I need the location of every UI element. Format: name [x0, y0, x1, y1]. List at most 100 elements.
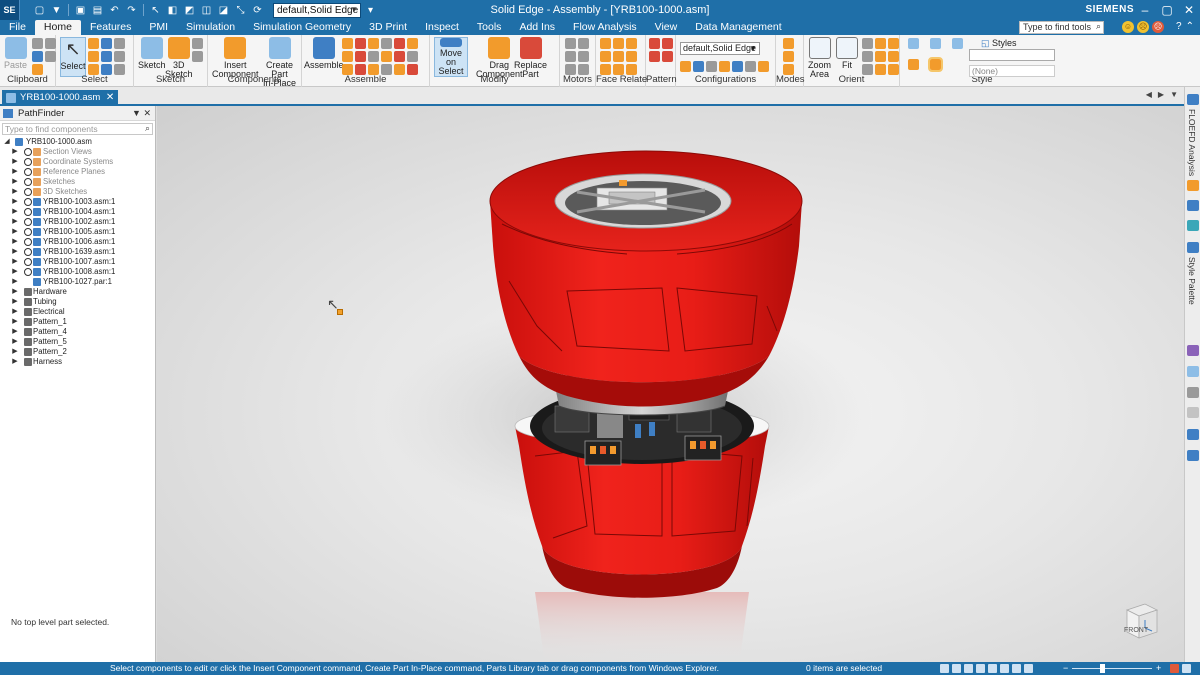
view-top-icon[interactable]: ◪ [216, 3, 231, 17]
coplanar-icon[interactable] [600, 38, 611, 49]
cut-icon[interactable] [32, 38, 43, 49]
view-iso-icon[interactable]: ◩ [182, 3, 197, 17]
expand-right-icon[interactable]: ▶ [11, 287, 19, 297]
view-shaded-icon[interactable]: ◧ [165, 3, 180, 17]
graphics-viewport[interactable]: ↖ FRONT [157, 106, 1184, 662]
style-palette-tab[interactable]: Style Palette [1187, 257, 1197, 305]
zoom-slider-thumb[interactable] [1100, 664, 1105, 673]
tree-item[interactable]: ▶ Coordinate Systems [0, 157, 156, 167]
view-cube[interactable] [1119, 600, 1159, 644]
sketch-view-icon[interactable] [1000, 664, 1009, 673]
expand-right-icon[interactable]: ▶ [11, 167, 19, 177]
tab-pmi[interactable]: PMI [140, 20, 177, 35]
tree-item[interactable]: ▶ Sketches [0, 177, 156, 187]
gear-icon[interactable] [381, 51, 392, 62]
rotate-icon[interactable]: ⟳ [250, 3, 265, 17]
library-icon[interactable] [1187, 180, 1199, 191]
tree-group[interactable]: ▶ Harness [0, 357, 156, 367]
sensors-icon[interactable] [1187, 220, 1199, 231]
previous-display-icon[interactable] [758, 61, 769, 72]
expand-right-icon[interactable]: ▶ [11, 347, 19, 357]
visibility-eye-icon[interactable] [24, 248, 32, 256]
visibility-eye-icon[interactable] [24, 188, 32, 196]
sketch-option-icon[interactable] [192, 38, 203, 49]
expand-right-icon[interactable]: ▶ [11, 207, 19, 217]
cam-icon[interactable] [355, 51, 366, 62]
sketch-view-icon[interactable] [875, 51, 886, 62]
tab-add-ins[interactable]: Add Ins [510, 20, 564, 35]
frown-feedback-icon[interactable]: ☹ [1152, 21, 1164, 33]
move-on-select-button[interactable]: Move on Select [434, 37, 468, 77]
assemble-button[interactable]: Assemble [304, 37, 344, 70]
open-file-icon[interactable]: ▼ [49, 3, 64, 17]
visibility-eye-icon[interactable] [24, 258, 32, 266]
parallel-icon[interactable] [368, 51, 379, 62]
shaded-icon[interactable] [908, 38, 919, 49]
select-edge-icon[interactable] [101, 51, 112, 62]
link-icon[interactable] [1187, 407, 1199, 418]
tab-3d-print[interactable]: 3D Print [360, 20, 416, 35]
rigid-set-icon[interactable] [407, 51, 418, 62]
tab-home[interactable]: Home [34, 20, 81, 35]
mode-simplify-icon[interactable] [783, 51, 794, 62]
expand-right-icon[interactable]: ▶ [11, 147, 19, 157]
zoom-slider[interactable] [1072, 668, 1152, 669]
tab-data-management[interactable]: Data Management [686, 20, 790, 35]
select-button[interactable]: ↖ Select [60, 37, 86, 77]
find-tools-input[interactable]: Type to find tools ⌕ [1019, 21, 1104, 34]
pin-icon[interactable]: ▼ ✕ [132, 106, 151, 121]
measure-icon[interactable]: ⤡ [233, 3, 248, 17]
face-tangent-icon[interactable] [626, 51, 637, 62]
expand-right-icon[interactable]: ▶ [11, 197, 19, 207]
chevron-left-icon[interactable]: ◀ [1146, 90, 1152, 99]
tree-group[interactable]: ▶ Hardware [0, 287, 156, 297]
pattern-icon[interactable] [649, 38, 660, 49]
angle-icon[interactable] [407, 38, 418, 49]
show-all-icon[interactable] [719, 61, 730, 72]
path-icon[interactable] [394, 51, 405, 62]
zoom-area-button[interactable]: Zoom Area [808, 37, 831, 79]
pan-icon[interactable] [862, 51, 873, 62]
expand-right-icon[interactable]: ▶ [11, 267, 19, 277]
component-search-input[interactable]: Type to find components ⌕ [2, 123, 153, 135]
simulate-motor-icon[interactable] [565, 51, 576, 62]
visibility-eye-icon[interactable] [24, 158, 32, 166]
tab-list-icon[interactable]: ▼ [1170, 90, 1178, 99]
customize-qat-icon[interactable]: ▾ [363, 3, 378, 17]
help-panel-icon[interactable] [1187, 429, 1199, 440]
mirror-icon[interactable] [662, 38, 673, 49]
expand-down-icon[interactable]: ◢ [3, 137, 11, 147]
tab-simulation[interactable]: Simulation [177, 20, 244, 35]
tree-item[interactable]: ▶ YRB100-1006.asm:1 [0, 237, 156, 247]
display-settings-icon[interactable] [1187, 366, 1199, 377]
select-assembly-icon[interactable] [101, 38, 112, 49]
styles-none-field[interactable]: (None) [969, 65, 1055, 77]
layers-icon[interactable] [1187, 200, 1199, 211]
duplicate-icon[interactable] [649, 51, 660, 62]
visibility-eye-icon[interactable] [24, 168, 32, 176]
zoom-icon[interactable] [952, 664, 961, 673]
expand-right-icon[interactable]: ▶ [11, 257, 19, 267]
close-tab-icon[interactable]: ✕ [106, 90, 114, 106]
expand-right-icon[interactable]: ▶ [11, 247, 19, 257]
relationship-icon[interactable] [1187, 387, 1199, 398]
ribbon-collapse-icon[interactable]: ⌃ [1186, 21, 1194, 32]
tree-item[interactable]: ▶ YRB100-1005.asm:1 [0, 227, 156, 237]
axial-align-icon[interactable] [368, 38, 379, 49]
upper-cap[interactable] [489, 150, 803, 407]
visibility-eye-icon[interactable] [24, 238, 32, 246]
mode-assembly-icon[interactable] [783, 38, 794, 49]
sketch-option2-icon[interactable] [192, 51, 203, 62]
tab-view[interactable]: View [646, 20, 687, 35]
tree-group[interactable]: ▶ Pattern_5 [0, 337, 156, 347]
floefd-analysis-tab[interactable]: FLOEFD Analysis [1187, 109, 1197, 176]
tree-item[interactable]: ▶ 3D Sketches [0, 187, 156, 197]
zone-icon[interactable] [706, 61, 717, 72]
tab-features[interactable]: Features [81, 20, 140, 35]
visibility-eye-icon[interactable] [24, 148, 32, 156]
document-tab[interactable]: YRB100-1000.asm ✕ [2, 90, 119, 106]
view-wire-icon[interactable]: ◫ [199, 3, 214, 17]
part-painter-icon[interactable] [908, 59, 919, 70]
save-icon[interactable]: ▣ [73, 3, 88, 17]
quick-configuration-combo[interactable]: default,Solid Edge ▼ [273, 2, 361, 18]
